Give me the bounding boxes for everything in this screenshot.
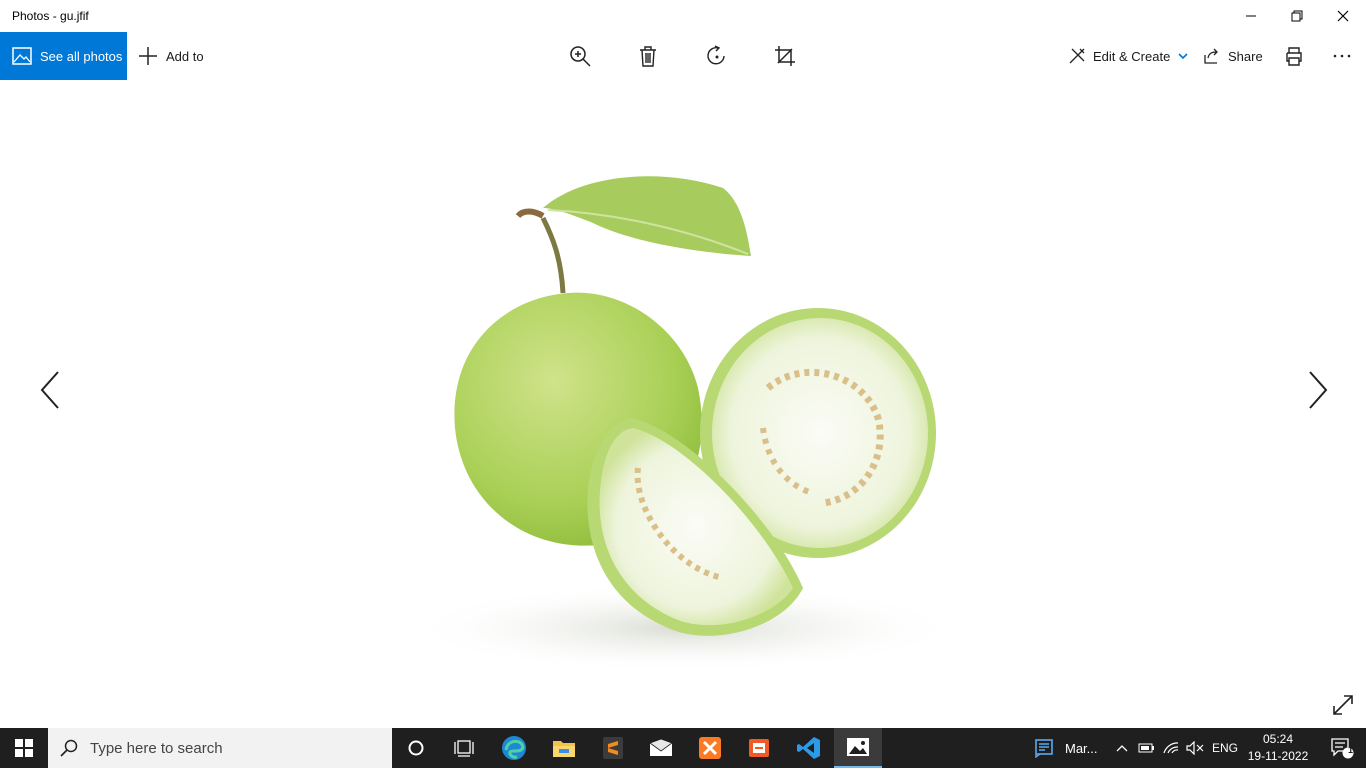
- chevron-down-icon: [1178, 53, 1188, 60]
- minimize-button[interactable]: [1228, 0, 1274, 32]
- clock-date: 19-11-2022: [1247, 749, 1309, 763]
- share-icon: [1204, 48, 1218, 64]
- app-icon: [749, 739, 769, 757]
- vscode-icon: [797, 737, 820, 759]
- photos-icon: [12, 47, 32, 65]
- add-to-button[interactable]: Add to: [136, 32, 204, 80]
- restore-icon: [1291, 10, 1303, 22]
- photos-icon: [847, 738, 869, 756]
- windows-icon: [15, 739, 33, 757]
- battery-icon: [1138, 743, 1154, 753]
- edit-create-icon: [1069, 48, 1085, 64]
- rotate-button[interactable]: [697, 32, 737, 80]
- rotate-icon: [707, 45, 725, 65]
- volume-button[interactable]: [1184, 728, 1206, 768]
- share-button[interactable]: Share: [1202, 32, 1263, 80]
- search-icon: [60, 739, 78, 757]
- mail-icon: [649, 739, 673, 756]
- title-bar: Photos - gu.jfif: [0, 0, 1366, 32]
- more-icon: [1333, 54, 1351, 58]
- task-view-icon: [454, 740, 474, 757]
- restore-button[interactable]: [1274, 0, 1320, 32]
- share-label: Share: [1228, 48, 1263, 64]
- guava-photo: [403, 176, 963, 673]
- print-button[interactable]: [1274, 32, 1314, 80]
- photo-viewer: [0, 80, 1366, 728]
- cortana-icon: [408, 740, 424, 756]
- battery-button[interactable]: [1136, 728, 1158, 768]
- network-button[interactable]: [1160, 728, 1184, 768]
- start-button[interactable]: [0, 728, 48, 768]
- news-icon: [1035, 739, 1053, 758]
- toolbar: See all photos Add to Edit & Create Shar…: [0, 32, 1366, 80]
- zoom-icon: [570, 46, 591, 67]
- task-view-button[interactable]: [440, 728, 488, 768]
- chevron-right-icon: [1309, 371, 1328, 409]
- edit-create-label: Edit & Create: [1093, 48, 1171, 64]
- crop-icon: [775, 46, 795, 66]
- clock[interactable]: 05:24 19-11-2022: [1244, 731, 1312, 765]
- vscode-button[interactable]: [785, 728, 833, 768]
- edge-icon: [502, 736, 526, 760]
- news-label: Mar...: [1065, 741, 1098, 756]
- print-icon: [1286, 47, 1302, 66]
- chevron-up-icon: [1116, 745, 1128, 752]
- see-all-photos-label: See all photos: [40, 48, 123, 64]
- photos-taskbar-button[interactable]: [834, 728, 882, 768]
- app-button[interactable]: [735, 728, 783, 768]
- mail-button[interactable]: [637, 728, 685, 768]
- edge-button[interactable]: [490, 728, 538, 768]
- news-button[interactable]: [1022, 728, 1066, 768]
- plus-icon: [139, 47, 157, 65]
- close-button[interactable]: [1320, 0, 1366, 32]
- crop-button[interactable]: [765, 32, 805, 80]
- edit-create-button[interactable]: Edit & Create: [1068, 32, 1189, 80]
- file-explorer-button[interactable]: [540, 728, 588, 768]
- sublime-button[interactable]: [589, 728, 637, 768]
- fullscreen-icon[interactable]: [1330, 692, 1356, 718]
- volume-muted-icon: [1186, 741, 1204, 755]
- notification-count: 1: [1348, 745, 1354, 755]
- notifications-button[interactable]: 1: [1318, 728, 1366, 768]
- zoom-button[interactable]: [560, 32, 600, 80]
- wifi-icon: [1163, 742, 1179, 754]
- delete-icon: [640, 46, 656, 67]
- previous-photo-button[interactable]: [30, 365, 70, 415]
- show-hidden-icons-button[interactable]: [1110, 728, 1134, 768]
- taskbar-search-box[interactable]: Type here to search: [48, 728, 392, 768]
- close-icon: [1337, 10, 1349, 22]
- minimize-icon: [1246, 15, 1256, 17]
- search-placeholder: Type here to search: [90, 739, 223, 757]
- clock-time: 05:24: [1262, 732, 1294, 746]
- xampp-icon: [699, 737, 721, 759]
- next-photo-button[interactable]: [1298, 365, 1338, 415]
- taskbar: Type here to search Mar... ENG 05:24 19-…: [0, 728, 1366, 768]
- xampp-button[interactable]: [686, 728, 734, 768]
- cortana-button[interactable]: [392, 728, 440, 768]
- chevron-left-icon: [40, 371, 59, 409]
- more-button[interactable]: [1322, 32, 1362, 80]
- window-title: Photos - gu.jfif: [12, 9, 89, 23]
- delete-button[interactable]: [628, 32, 668, 80]
- see-all-photos-button[interactable]: See all photos: [0, 32, 127, 80]
- add-to-label: Add to: [166, 48, 204, 64]
- file-explorer-icon: [553, 741, 575, 757]
- sublime-icon: [603, 737, 623, 759]
- language-indicator[interactable]: ENG: [1212, 741, 1238, 755]
